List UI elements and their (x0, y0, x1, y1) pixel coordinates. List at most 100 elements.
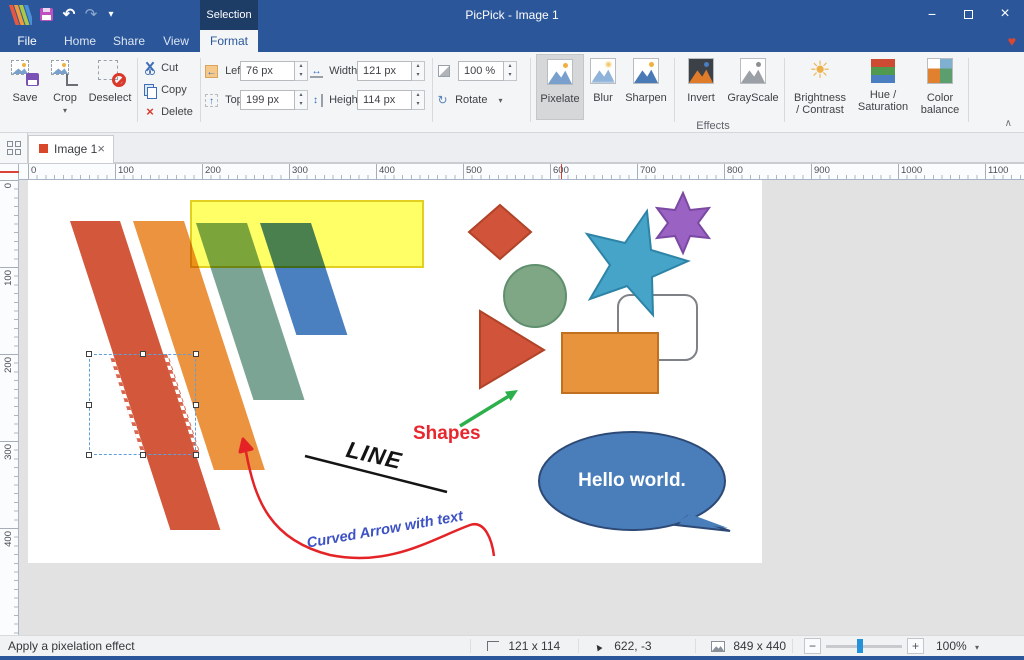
left-position-icon: ← (205, 65, 218, 78)
heart-icon[interactable]: ♥ (1008, 31, 1016, 51)
tab-close-icon[interactable]: × (97, 136, 105, 162)
hruler-label: 1100 (988, 165, 1008, 176)
zoom-in-button[interactable]: + (907, 638, 924, 654)
hruler-label: 600 (553, 165, 569, 176)
orange-rectangle-shape (562, 333, 658, 393)
sharpen-icon (633, 58, 659, 84)
selection-handle-n[interactable] (140, 351, 146, 357)
hruler-label: 700 (640, 165, 656, 176)
zoom-out-button[interactable]: − (804, 638, 821, 654)
height-input[interactable]: 114 px (357, 90, 412, 110)
title-bar: ↶ ↷ ▾ Selection PicPick - Image 1 − × (0, 0, 1024, 30)
image-size-icon (711, 641, 725, 652)
zoom-slider[interactable] (826, 645, 902, 648)
selection-handle-s[interactable] (140, 452, 146, 458)
grayscale-icon (740, 58, 766, 84)
delete-button[interactable]: × Delete (142, 102, 193, 122)
tab-file[interactable]: File (8, 30, 46, 52)
pixelate-icon (547, 59, 573, 85)
customize-qat-icon[interactable]: ▾ (100, 0, 122, 30)
vertical-cursor-marker (0, 171, 19, 173)
picpick-logo-icon (8, 5, 32, 25)
status-accent-strip (0, 656, 1024, 660)
selection-handle-nw[interactable] (86, 351, 92, 357)
tab-share[interactable]: Share (107, 30, 151, 52)
width-spinner[interactable]: ▴▾ (412, 61, 425, 81)
status-message: Apply a pixelation effect (8, 636, 135, 656)
status-selection-size: 121 x 114 (487, 636, 560, 656)
zoom-percentage[interactable]: 100% ▾ (936, 636, 979, 656)
delete-icon: × (142, 102, 158, 122)
left-input[interactable]: 76 px (240, 61, 295, 81)
crop-icon (66, 74, 78, 86)
crop-dropdown-icon[interactable]: ▾ (63, 106, 67, 115)
hruler-label: 500 (466, 165, 482, 176)
maximize-button[interactable] (950, 0, 986, 30)
brightness-contrast-button[interactable]: ☀ Brightness/ Contrast (789, 54, 851, 120)
hue-saturation-button[interactable]: Hue /Saturation (854, 54, 912, 120)
tab-view[interactable]: View (156, 30, 196, 52)
vruler-label: 0 (3, 183, 14, 188)
deselect-button[interactable]: Deselect (86, 54, 134, 120)
selection-size-icon (487, 641, 499, 651)
close-button[interactable]: × (986, 0, 1024, 30)
deselect-icon (112, 73, 126, 87)
height-icon: ↕ (310, 94, 323, 107)
circle-shape (504, 265, 566, 327)
collapse-ribbon-icon[interactable]: ∧ (1005, 118, 1012, 129)
selection-rectangle[interactable] (89, 354, 196, 455)
save-button[interactable]: Save (6, 54, 44, 120)
scale-input[interactable]: 100 % (458, 61, 504, 81)
quick-save-icon[interactable] (40, 8, 53, 21)
top-input[interactable]: 199 px (240, 90, 295, 110)
scale-spinner[interactable]: ▴▾ (504, 61, 517, 81)
invert-button[interactable]: Invert (679, 54, 723, 120)
horizontal-ruler: 010020030040050060070080090010001100 (0, 163, 1024, 180)
height-spinner[interactable]: ▴▾ (412, 90, 425, 110)
hruler-label: 200 (205, 165, 221, 176)
copy-button[interactable]: Copy (142, 80, 187, 100)
vruler-label: 300 (3, 444, 14, 460)
zoom-dropdown-icon[interactable]: ▾ (975, 643, 979, 652)
grayscale-button[interactable]: GrayScale (726, 54, 780, 120)
sharpen-button[interactable]: Sharpen (622, 54, 670, 120)
status-image-size: 849 x 440 (711, 636, 786, 656)
selection-handle-se[interactable] (193, 452, 199, 458)
hruler-label: 400 (379, 165, 395, 176)
redo-icon[interactable]: ↷ (80, 0, 102, 30)
selection-handle-e[interactable] (193, 402, 199, 408)
top-position-icon: ↑ (205, 94, 218, 107)
vruler-label: 100 (3, 270, 14, 286)
left-spinner[interactable]: ▴▾ (295, 61, 308, 81)
image-canvas[interactable]: Shapes LINE Curved Arrow with text Hello… (28, 180, 762, 563)
rotate-button[interactable]: ↻ Rotate ▾ (436, 89, 503, 111)
zoom-slider-thumb[interactable] (857, 639, 863, 653)
blur-button[interactable]: Blur (586, 54, 620, 120)
save-icon (26, 73, 39, 86)
undo-icon[interactable]: ↶ (58, 0, 80, 30)
hruler-label: 800 (727, 165, 743, 176)
tab-home[interactable]: Home (58, 30, 102, 52)
tab-format[interactable]: Format (200, 30, 258, 52)
hruler-label: 0 (31, 165, 36, 176)
purple-star-shape (657, 193, 709, 253)
width-input[interactable]: 121 px (357, 61, 412, 81)
selection-handle-ne[interactable] (193, 351, 199, 357)
minimize-button[interactable]: − (914, 0, 950, 30)
window-layout-button[interactable] (0, 133, 28, 163)
green-arrow-line (460, 396, 509, 426)
pixelate-button[interactable]: Pixelate (536, 54, 584, 120)
ribbon: Save Crop▾ Deselect Cut Copy × Delete ← … (0, 52, 1024, 133)
hruler-label: 100 (118, 165, 134, 176)
workspace: Shapes LINE Curved Arrow with text Hello… (19, 180, 1024, 635)
vruler-label: 200 (3, 357, 14, 373)
cut-button[interactable]: Cut (142, 58, 178, 78)
top-spinner[interactable]: ▴▾ (295, 90, 308, 110)
color-balance-button[interactable]: Colorbalance (915, 54, 965, 120)
selection-handle-w[interactable] (86, 402, 92, 408)
selection-handle-sw[interactable] (86, 452, 92, 458)
rotate-dropdown-icon[interactable]: ▾ (499, 96, 503, 105)
document-tab-image1[interactable]: Image 1 × (28, 135, 114, 163)
context-tab-selection[interactable]: Selection (200, 0, 258, 30)
crop-button[interactable]: Crop▾ (46, 54, 84, 120)
